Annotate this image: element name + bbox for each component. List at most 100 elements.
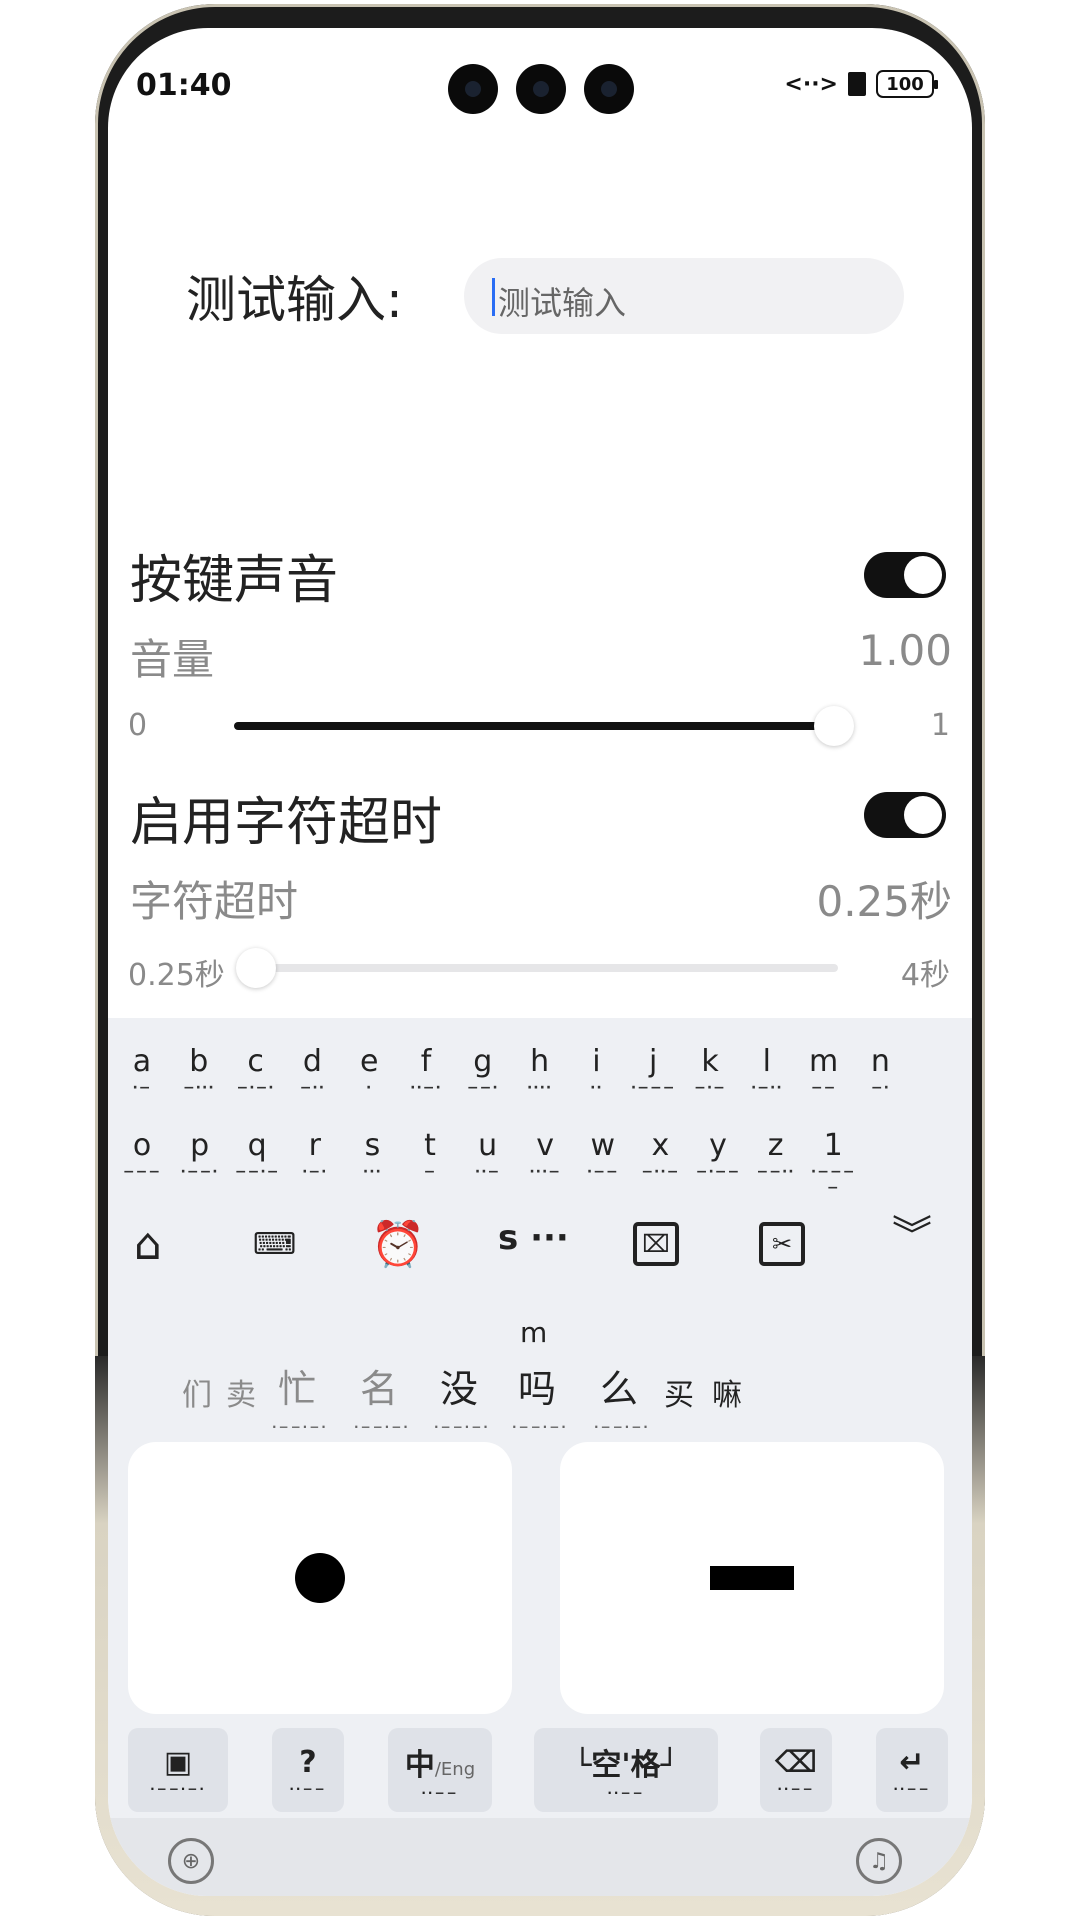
help-key[interactable]: ? ··−− xyxy=(272,1728,344,1812)
clipboard-key-icon: ▣ xyxy=(163,1744,193,1780)
voice-input-icon[interactable]: ♫ xyxy=(856,1838,902,1884)
volume-value: 1.00 xyxy=(858,626,952,675)
candidate-word[interactable]: 买 xyxy=(664,1370,694,1414)
chinese-eng-switch-key[interactable]: 中/Eng ··−− xyxy=(388,1728,492,1812)
morse-key-letter[interactable]: g xyxy=(463,1044,503,1079)
candidate-word[interactable]: 嘛 xyxy=(712,1370,742,1414)
morse-key-code: ·−· xyxy=(302,1164,328,1180)
volume-slider-min: 0 xyxy=(128,708,148,743)
morse-key-code: ·−−· xyxy=(180,1164,219,1180)
volume-slider-thumb[interactable] xyxy=(814,706,854,746)
morse-key-code: −−·− xyxy=(234,1164,280,1180)
morse-key-letter[interactable]: j xyxy=(633,1044,673,1079)
morse-key-letter[interactable]: r xyxy=(295,1128,335,1163)
dot-key[interactable] xyxy=(128,1442,512,1714)
morse-key-code: −·−− xyxy=(695,1164,741,1180)
backspace-key[interactable]: ⌫ ··−− xyxy=(760,1728,832,1812)
morse-key-code: ··· xyxy=(362,1164,382,1180)
morse-key-letter[interactable]: p xyxy=(180,1128,220,1163)
backspace-icon: ⌫ xyxy=(774,1744,818,1780)
space-key[interactable]: └空'格┘ ··−− xyxy=(534,1728,718,1812)
morse-key-letter[interactable]: q xyxy=(237,1128,277,1163)
battery-icon: 100 xyxy=(876,70,938,98)
morse-key-letter[interactable]: n xyxy=(860,1044,900,1079)
morse-key-code: −− xyxy=(810,1080,837,1096)
morse-key-letter[interactable]: d xyxy=(292,1044,332,1079)
morse-key-code: ·−−− xyxy=(630,1080,676,1096)
clipboard-key[interactable]: ▣ ·−−·−· xyxy=(128,1728,228,1812)
dash-key[interactable] xyxy=(560,1442,944,1714)
candidate-word[interactable]: 没 xyxy=(440,1358,478,1413)
char-timeout-label: 字符超时 xyxy=(130,877,299,926)
test-input-field[interactable]: 测试输入 xyxy=(464,258,904,334)
morse-key-code: ··−· xyxy=(410,1080,442,1096)
morse-key-letter[interactable]: k xyxy=(690,1044,730,1079)
morse-key-letter[interactable]: 1 xyxy=(813,1128,853,1163)
clipboard-key-code: ·−−·−· xyxy=(150,1781,206,1796)
candidate-code: ·−−·−· xyxy=(434,1420,490,1434)
timeout-slider-thumb[interactable] xyxy=(236,948,276,988)
sim-icon xyxy=(848,72,866,96)
candidate-word[interactable]: 名 xyxy=(360,1358,398,1413)
morse-key-letter[interactable]: t xyxy=(410,1128,450,1163)
morse-key-letter[interactable]: f xyxy=(406,1044,446,1079)
morse-key-letter[interactable]: y xyxy=(698,1128,738,1163)
key-sound-title: 按键声音 xyxy=(130,551,339,611)
morse-key-letter[interactable]: u xyxy=(468,1128,508,1163)
timeout-slider-max: 4秒 xyxy=(900,958,950,993)
backspace-key-code: ··−− xyxy=(777,1781,815,1796)
volume-slider[interactable] xyxy=(234,706,854,746)
morse-key-letter[interactable]: a xyxy=(122,1044,162,1079)
candidate-word[interactable]: 卖 xyxy=(226,1370,256,1414)
status-time: 01:40 xyxy=(136,68,232,103)
camera-icon xyxy=(516,64,566,114)
enter-key[interactable]: ↵ ··−− xyxy=(876,1728,948,1812)
morse-key-letter[interactable]: z xyxy=(756,1128,796,1163)
key-sound-toggle[interactable] xyxy=(864,552,946,598)
candidate-word[interactable]: 吗 xyxy=(518,1358,556,1413)
morse-key-letter[interactable]: s xyxy=(352,1128,392,1163)
chinese-mode-label: 中 xyxy=(404,1748,435,1783)
alarm-off-icon[interactable]: ⏰ xyxy=(368,1214,428,1274)
morse-key-letter[interactable]: h xyxy=(520,1044,560,1079)
morse-key-code: −··· xyxy=(182,1080,215,1096)
morse-key-letter[interactable]: w xyxy=(583,1128,623,1163)
timeout-slider-min: 0.25秒 xyxy=(128,958,225,993)
keyboard-icon[interactable]: ⌨ xyxy=(244,1214,304,1274)
data-transfer-icon: <··> xyxy=(784,71,838,97)
timeout-slider[interactable] xyxy=(236,948,838,988)
morse-key-code: −· xyxy=(870,1080,890,1096)
candidate-word[interactable]: 们 xyxy=(182,1370,212,1414)
morse-key-code: ·−·· xyxy=(750,1080,783,1096)
morse-key-letter[interactable]: x xyxy=(640,1128,680,1163)
enter-key-code: ··−− xyxy=(893,1781,931,1796)
space-key-code: ··−− xyxy=(607,1786,645,1800)
morse-key-letter[interactable]: l xyxy=(747,1044,787,1079)
help-key-code: ··−− xyxy=(289,1781,327,1796)
clipboard-icon[interactable]: ⌧ xyxy=(626,1214,686,1274)
help-icon: ? xyxy=(299,1744,317,1780)
morse-keyboard: a ·− b −··· c −·−· d −·· e · f ··−· g −−· h ···· i ·· j ·−−… xyxy=(108,1018,972,1896)
candidate-word[interactable]: 忙 xyxy=(278,1358,316,1413)
collapse-icon[interactable]: ︾ xyxy=(882,1202,942,1262)
morse-key-letter[interactable]: m xyxy=(804,1044,844,1079)
space-key-label: └空'格┘ xyxy=(573,1748,679,1783)
test-input-label: 测试输入: xyxy=(186,271,403,329)
home-settings-icon[interactable]: ⌂ xyxy=(118,1214,178,1274)
morse-key-code: −·−· xyxy=(236,1080,275,1096)
morse-key-code: −−− xyxy=(122,1164,162,1180)
morse-key-code: −−·· xyxy=(756,1164,795,1180)
morse-key-letter[interactable]: b xyxy=(179,1044,219,1079)
globe-icon[interactable]: ⊕ xyxy=(168,1838,214,1884)
scissors-icon[interactable]: ✂ xyxy=(752,1214,812,1274)
char-timeout-toggle[interactable] xyxy=(864,792,946,838)
candidate-word[interactable]: 么 xyxy=(600,1358,638,1413)
morse-key-letter[interactable]: o xyxy=(122,1128,162,1163)
morse-key-code: ·−− xyxy=(586,1164,619,1180)
morse-key-code: ··− xyxy=(474,1164,501,1180)
morse-key-letter[interactable]: v xyxy=(525,1128,565,1163)
morse-key-letter[interactable]: e xyxy=(349,1044,389,1079)
text-cursor xyxy=(492,278,495,316)
morse-key-letter[interactable]: c xyxy=(236,1044,276,1079)
morse-key-letter[interactable]: i xyxy=(576,1044,616,1079)
